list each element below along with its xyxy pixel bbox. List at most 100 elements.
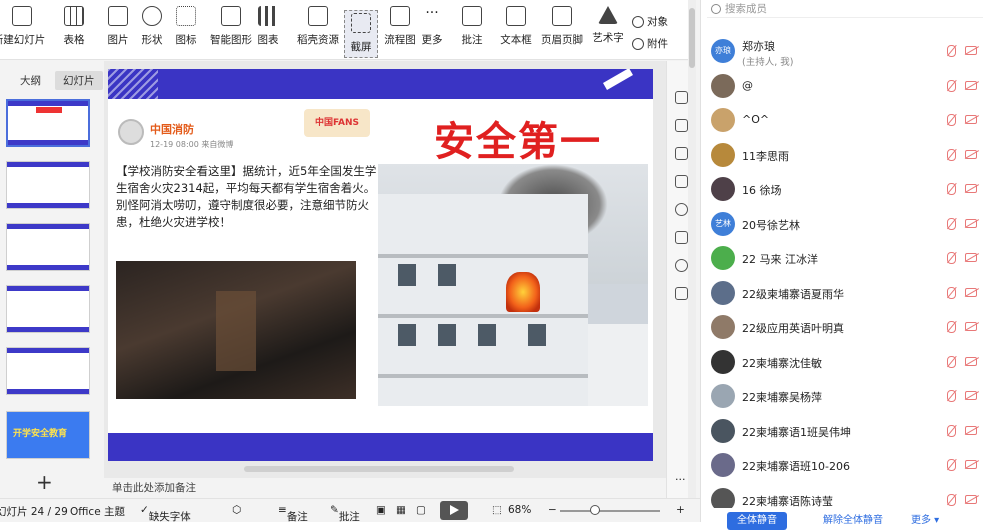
member-row[interactable]: 22柬埔寨吴杨萍: [701, 379, 987, 413]
notes-area[interactable]: 单击此处添加备注: [104, 466, 666, 498]
building-fire-photo[interactable]: [378, 164, 648, 406]
member-row[interactable]: 11李思雨: [701, 138, 987, 172]
slide-thumbnail[interactable]: [6, 285, 90, 333]
mic-muted-icon[interactable]: [947, 286, 956, 299]
slide-thumbnail[interactable]: [6, 99, 90, 147]
camera-off-icon[interactable]: [965, 115, 977, 124]
zoom-level[interactable]: 68%: [508, 504, 531, 516]
camera-off-icon[interactable]: [965, 494, 977, 504]
mic-muted-icon[interactable]: [947, 79, 956, 92]
property-icon[interactable]: [675, 119, 688, 132]
member-row[interactable]: 22级应用英语叶明真: [701, 310, 987, 344]
member-row[interactable]: ^O^: [701, 103, 987, 137]
animation-icon[interactable]: [675, 91, 688, 104]
table-button[interactable]: 表格: [52, 6, 96, 47]
mic-muted-icon[interactable]: [947, 114, 956, 126]
member-row[interactable]: 22柬埔寨语1班吴伟坤: [701, 414, 987, 448]
more-tools-icon[interactable]: ···: [675, 474, 688, 488]
icons-button[interactable]: 图标: [164, 6, 208, 47]
comment-toggle[interactable]: ✎ 批注: [330, 504, 360, 523]
play-button[interactable]: [440, 501, 468, 520]
mic-muted-icon[interactable]: [947, 355, 956, 368]
member-row[interactable]: 艺林 20号徐艺林: [701, 207, 987, 241]
location-icon[interactable]: [675, 259, 688, 272]
header-footer-button[interactable]: 页眉页脚: [540, 6, 584, 47]
tab-outline[interactable]: 大纲: [12, 71, 49, 90]
more-button[interactable]: ··· 更多: [410, 6, 454, 47]
mic-muted-icon[interactable]: [947, 45, 956, 57]
docer-button[interactable]: 稻壳资源: [294, 6, 342, 47]
member-row[interactable]: 22 马来 江冰洋: [701, 241, 987, 275]
camera-off-icon[interactable]: [965, 149, 977, 159]
sorter-view-icon[interactable]: ▦: [396, 504, 406, 516]
help-icon[interactable]: [675, 203, 688, 216]
search-input[interactable]: 搜索成员: [725, 1, 767, 16]
current-slide[interactable]: 中国消防 12-19 08:00 来自微博 中国FANS 【学校消防安全看这里】…: [108, 69, 653, 461]
vertical-scrollbar[interactable]: [688, 0, 696, 498]
theme-name[interactable]: Office 主题: [70, 504, 125, 519]
scroll-thumb[interactable]: [689, 8, 695, 68]
unmute-all-button[interactable]: 解除全体静音: [813, 512, 893, 530]
camera-off-icon[interactable]: [965, 287, 977, 297]
zoom-in-button[interactable]: +: [676, 504, 685, 516]
camera-off-icon[interactable]: [965, 356, 977, 366]
camera-off-icon[interactable]: [965, 80, 977, 90]
mic-muted-icon[interactable]: [947, 493, 956, 506]
member-row[interactable]: 亦琅 郑亦琅 (主持人, 我): [701, 34, 987, 68]
missing-font-button[interactable]: ✓ 缺失字体: [140, 504, 191, 523]
shield-icon[interactable]: ⬡: [232, 504, 241, 516]
mic-muted-icon[interactable]: [947, 148, 956, 161]
member-row[interactable]: 22级柬埔寨语夏雨华: [701, 276, 987, 310]
book-icon[interactable]: [675, 287, 688, 300]
camera-off-icon[interactable]: [965, 253, 977, 262]
mic-muted-icon[interactable]: [947, 390, 956, 402]
normal-view-icon[interactable]: ▣: [376, 504, 386, 516]
slide-thumbnail[interactable]: [6, 223, 90, 271]
more-actions-button[interactable]: 更多 ▾: [901, 512, 949, 530]
camera-off-icon[interactable]: [965, 46, 977, 55]
weibo-post-screenshot[interactable]: 中国消防 12-19 08:00 来自微博 中国FANS 【学校消防安全看这里】…: [112, 99, 376, 430]
slide-thumbnail[interactable]: 开学安全教育: [6, 411, 90, 459]
member-row[interactable]: 22柬埔寨语班10-206: [701, 448, 987, 482]
wordart-button[interactable]: 艺术字: [586, 6, 630, 45]
reading-view-icon[interactable]: ▢: [416, 504, 426, 516]
member-row[interactable]: @: [701, 69, 987, 103]
mic-muted-icon[interactable]: [947, 183, 956, 195]
horizontal-scrollbar[interactable]: [244, 466, 514, 472]
burnt-room-photo[interactable]: [116, 261, 356, 399]
screenshot-button[interactable]: 截屏: [344, 10, 378, 58]
camera-off-icon[interactable]: [965, 425, 977, 435]
star-icon[interactable]: [675, 147, 688, 160]
zoom-slider[interactable]: [560, 510, 660, 512]
add-slide-button[interactable]: +: [36, 470, 53, 494]
new-slide-button[interactable]: 新建幻灯片: [0, 6, 45, 47]
attachment-button[interactable]: 附件: [632, 36, 668, 51]
camera-off-icon[interactable]: [965, 184, 977, 193]
camera-off-icon[interactable]: [965, 322, 977, 331]
mic-muted-icon[interactable]: [947, 217, 956, 230]
mic-muted-icon[interactable]: [947, 459, 956, 471]
slide-thumbnail[interactable]: [6, 347, 90, 395]
mic-muted-icon[interactable]: [947, 252, 956, 264]
camera-off-icon[interactable]: [965, 391, 977, 400]
camera-off-icon[interactable]: [965, 218, 977, 228]
textbox-button[interactable]: 文本框: [494, 6, 538, 47]
zoom-slider-knob[interactable]: [590, 505, 600, 515]
zoom-out-button[interactable]: −: [548, 504, 557, 516]
fit-icon[interactable]: ⬚: [492, 504, 502, 516]
mute-all-button[interactable]: 全体静音: [727, 512, 787, 530]
member-row[interactable]: 16 徐场: [701, 172, 987, 206]
object-button[interactable]: 对象: [632, 14, 668, 29]
transition-icon[interactable]: [675, 175, 688, 188]
member-row[interactable]: 22柬埔寨沈佳敏: [701, 345, 987, 379]
camera-off-icon[interactable]: [965, 460, 977, 469]
tab-slides[interactable]: 幻灯片: [55, 71, 103, 90]
slide-title[interactable]: 安全第一: [434, 109, 602, 167]
mic-muted-icon[interactable]: [947, 424, 956, 437]
slide-thumbnail[interactable]: [6, 161, 90, 209]
member-search[interactable]: 搜索成员: [707, 0, 983, 18]
notes-toggle[interactable]: ≡ 备注: [278, 504, 308, 523]
comment-button[interactable]: 批注: [450, 6, 494, 47]
backup-icon[interactable]: [675, 231, 688, 244]
chart-button[interactable]: 图表: [246, 6, 290, 47]
